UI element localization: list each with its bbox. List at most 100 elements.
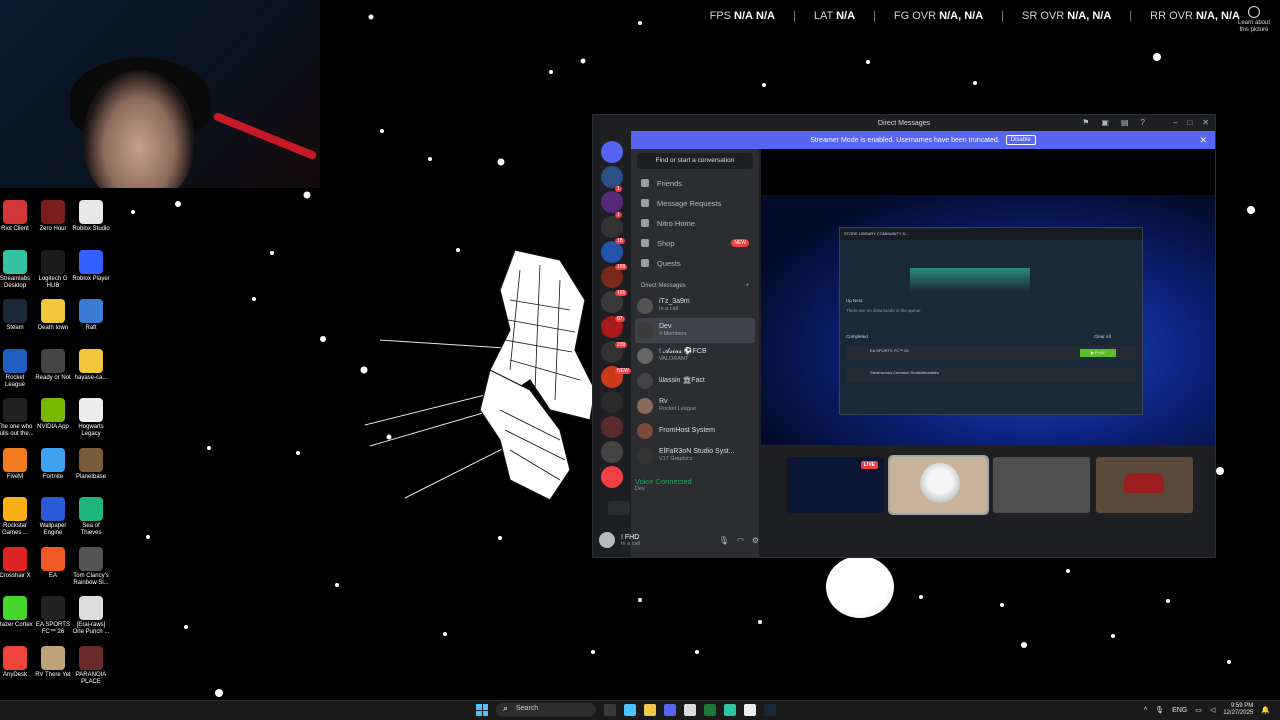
network-icon[interactable]: ▭ (1195, 706, 1202, 714)
desktop-icon[interactable]: Sea of Thieves (72, 497, 110, 537)
app-icon (3, 249, 27, 274)
close-icon[interactable]: ✕ (1199, 135, 1207, 146)
discord-icon[interactable] (664, 704, 676, 716)
screen-share-button[interactable] (648, 501, 670, 515)
desktop-icon[interactable]: Hogwarts Legacy (72, 398, 110, 438)
settings-gear-icon[interactable]: ⚙ (752, 536, 759, 545)
participant-tile-selected[interactable] (888, 455, 989, 515)
desktop-icon[interactable]: Raft (72, 299, 110, 332)
desktop-icon[interactable]: Planetbase (72, 447, 110, 481)
start-button[interactable] (476, 704, 488, 716)
nav-item-shop[interactable]: Shop NEW (631, 233, 759, 253)
close-button[interactable]: ✕ (1202, 118, 1209, 127)
dm-item[interactable]: Rv Rocket League (631, 393, 759, 418)
desktop-icon[interactable]: Wallpaper Engine (34, 497, 72, 537)
desktop-icon[interactable]: Crosshair X (0, 546, 34, 580)
clock[interactable]: 9:59 PM 12/27/2025 (1223, 703, 1253, 717)
dm-item[interactable]: FromHost System (631, 418, 759, 443)
desktop-icon[interactable]: Streamlabs Desktop (0, 249, 34, 290)
streamlabs-icon[interactable] (724, 704, 736, 716)
desktop-icon[interactable]: hayase-ca... (72, 348, 110, 382)
server-icon[interactable] (601, 441, 623, 463)
server-icon[interactable] (601, 241, 623, 263)
desktop-icon[interactable]: Roblox Studio (72, 200, 110, 233)
desktop-icon[interactable]: Rockstar Games ... (0, 497, 34, 537)
camera-button[interactable] (608, 501, 630, 515)
desktop-icon[interactable]: The one who pulls out the... (0, 398, 34, 438)
create-dm-button[interactable]: + (745, 283, 749, 289)
nav-item-nitro-home[interactable]: Nitro Home (631, 213, 759, 233)
desktop-icon[interactable]: Rocket League (0, 348, 34, 389)
dm-item[interactable]: ! 𝓐𝓼𝓲𝓪𝓼 ⚽FCB VALORANT (631, 343, 759, 368)
voice-channel[interactable]: Dev (635, 486, 759, 492)
server-icon[interactable] (601, 216, 623, 238)
desktop-icon[interactable]: [Erai-raws] One Punch ... (72, 596, 110, 636)
desktop-icon[interactable]: Roblox Player (72, 249, 110, 283)
activities-button[interactable] (688, 501, 710, 515)
maximize-button[interactable]: □ (1187, 118, 1192, 127)
dm-item[interactable]: Dev 4 Members (635, 318, 755, 343)
dm-item[interactable]: iTz_3a9m In a call (631, 293, 759, 318)
chevron-up-icon[interactable]: ^ (1144, 707, 1147, 714)
dm-status: Rocket League (659, 406, 696, 412)
desktop-icon[interactable]: Steam (0, 299, 34, 332)
mute-icon[interactable]: 🎙 (719, 536, 729, 545)
server-icon[interactable] (601, 166, 623, 188)
desktop-icon[interactable]: Fortnite (34, 447, 72, 481)
nav-item-message-requests[interactable]: Message Requests (631, 193, 759, 213)
desktop-icon[interactable]: RV There Yet (34, 645, 72, 679)
server-icon[interactable] (601, 191, 623, 213)
notepad-icon[interactable] (684, 704, 696, 716)
desktop-icon[interactable]: Death town (34, 299, 72, 332)
taskbar-search[interactable]: Search (496, 703, 596, 717)
desktop-icon[interactable]: Logitech G HUB (34, 249, 72, 290)
discord-home-icon[interactable] (601, 141, 623, 163)
desktop-icon[interactable]: NVIDIA App (34, 398, 72, 431)
headphones-icon[interactable]: ◠ (737, 536, 744, 545)
learn-about-picture-button[interactable]: Learn about this picture (1236, 6, 1272, 34)
inbox-icon[interactable]: ▣ (1101, 118, 1109, 127)
dm-item[interactable]: ElFaR3oN Studio Syst... V17 Graphics (631, 443, 759, 468)
desktop-icon[interactable]: AnyDesk (0, 645, 34, 679)
notifications-icon[interactable]: 🔔 (1261, 706, 1270, 714)
desktop-icon[interactable]: EA SPORTS FC™ 26 (34, 596, 72, 636)
disable-streamer-mode-button[interactable]: Disable (1005, 135, 1036, 145)
screen-icon[interactable]: ▤ (1121, 118, 1129, 127)
desktop-icon[interactable]: PARANOIA PLACE (72, 645, 110, 686)
task-view-icon[interactable] (604, 704, 616, 716)
file-explorer-icon[interactable] (644, 704, 656, 716)
server-icon[interactable] (601, 416, 623, 438)
language-indicator[interactable]: ENG (1172, 707, 1187, 714)
mic-icon[interactable]: 🎙 (1155, 706, 1164, 714)
server-icon[interactable] (601, 466, 623, 488)
camera-icon (1248, 6, 1260, 18)
server-icon[interactable] (601, 391, 623, 413)
desktop-icon[interactable]: Ready or Not (34, 348, 72, 382)
participant-tile-stream[interactable]: LIVE (787, 457, 884, 513)
excel-icon[interactable] (704, 704, 716, 716)
screen-share-view[interactable]: STORE LIBRARY COMMUNITY N... Up Next The… (761, 195, 1215, 455)
nav-item-quests[interactable]: Quests (631, 253, 759, 273)
participant-tile[interactable] (1096, 457, 1193, 513)
soundboard-button[interactable] (728, 501, 750, 515)
document-icon[interactable] (744, 704, 756, 716)
nav-item-friends[interactable]: Friends (631, 173, 759, 193)
desktop-icon[interactable]: FiveM (0, 447, 34, 481)
steam-icon[interactable] (764, 704, 776, 716)
desktop-icon[interactable]: Razer Cortex (0, 596, 34, 629)
desktop-icon-label: PARANOIA PLACE (75, 671, 107, 685)
pin-icon[interactable]: ⚑ (1082, 118, 1089, 127)
desktop-icon-label: The one who pulls out the... (0, 424, 34, 437)
dm-item[interactable]: ᗯassin 🏛Fact (631, 368, 759, 393)
find-conversation-input[interactable]: Find or start a conversation (637, 153, 753, 169)
desktop-icon[interactable]: Riot Client (0, 200, 34, 233)
desktop-icon[interactable]: EA (34, 546, 72, 580)
participant-tile[interactable] (993, 457, 1090, 513)
desktop-icon[interactable]: Zero Hour (34, 200, 72, 233)
avatar[interactable] (599, 532, 615, 548)
copilot-icon[interactable] (624, 704, 636, 716)
desktop-icon[interactable]: Tom Clancy's Rainbow Si... (72, 546, 110, 587)
volume-icon[interactable]: ◁ (1210, 706, 1215, 714)
minimize-button[interactable]: – (1173, 118, 1177, 127)
help-icon[interactable]: ? (1141, 118, 1145, 127)
